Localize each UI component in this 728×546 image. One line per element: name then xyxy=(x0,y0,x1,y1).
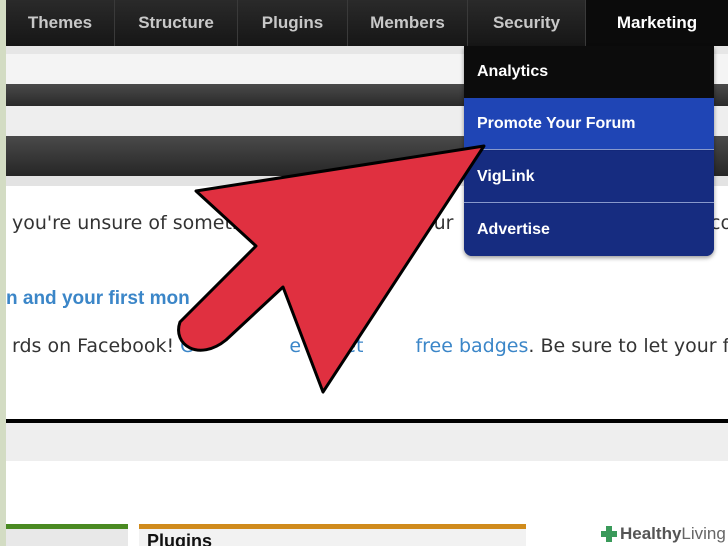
menu-item-analytics[interactable]: Analytics xyxy=(464,46,714,98)
nav-marketing[interactable]: Marketing xyxy=(586,0,728,46)
menu-item-viglink[interactable]: VigLink xyxy=(464,151,714,203)
healthy-living-watermark: Healthy Living xyxy=(596,522,728,546)
facebook-text-end: . Be sure to let your forum xyxy=(528,335,728,357)
intro-text-middle: our xyxy=(422,212,454,234)
content-band xyxy=(6,423,728,461)
nav-themes[interactable]: Themes xyxy=(6,0,115,46)
section-heading-link[interactable]: n and your first mon xyxy=(6,288,190,310)
marketing-dropdown-menu: Analytics Promote Your Forum VigLink Adv… xyxy=(464,46,714,256)
forum-admin-screen: Themes Structure Plugins Members Securit… xyxy=(6,0,728,546)
nav-plugins[interactable]: Plugins xyxy=(238,0,348,46)
facebook-text-start: rds on Facebook! xyxy=(12,335,181,357)
nav-security[interactable]: Security xyxy=(468,0,586,46)
top-navigation: Themes Structure Plugins Members Securit… xyxy=(6,0,728,46)
plus-logo-icon xyxy=(601,526,617,542)
menu-item-advertise[interactable]: Advertise xyxy=(464,204,714,256)
intro-text-start: you're unsure of someth xyxy=(12,212,244,234)
badges-link-start[interactable]: C xyxy=(180,335,193,357)
menu-item-promote-your-forum[interactable]: Promote Your Forum xyxy=(464,98,714,150)
nav-structure[interactable]: Structure xyxy=(115,0,238,46)
free-badges-link[interactable]: free badges xyxy=(415,335,528,357)
plugins-panel-title: Plugins xyxy=(147,531,213,546)
watermark-light-text: Living xyxy=(681,524,726,543)
badges-link-mid[interactable]: e to get xyxy=(289,335,363,357)
facebook-text: rds on Facebook! Ce to get free badges. B… xyxy=(12,335,728,357)
left-panel xyxy=(6,529,128,546)
watermark-bold-text: Healthy xyxy=(620,524,682,543)
nav-members[interactable]: Members xyxy=(348,0,468,46)
